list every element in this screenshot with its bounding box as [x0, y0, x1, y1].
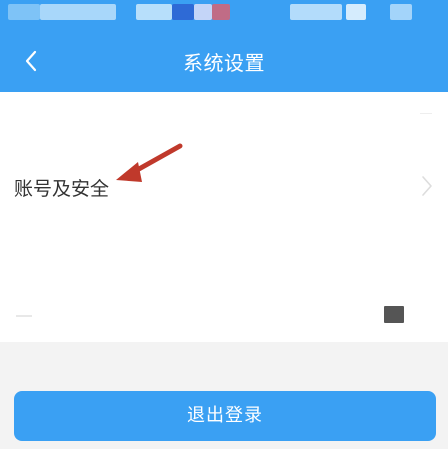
status-bar-blurred-block — [212, 4, 230, 20]
title-bar: 系统设置 — [0, 30, 448, 92]
settings-list: 账号及安全 — [0, 92, 448, 342]
status-bar-blurred-block — [346, 4, 366, 20]
status-bar-blurred-block — [172, 4, 194, 20]
status-bar-blurred-block — [390, 4, 412, 20]
status-bar-blurred-block — [40, 4, 116, 20]
faint-divider-mark — [420, 113, 432, 122]
settings-item-account-security[interactable]: 账号及安全 — [0, 152, 448, 222]
status-bar-blurred-block — [290, 4, 342, 20]
faint-dash-mark — [16, 315, 32, 317]
status-bar-blurred-block — [8, 4, 40, 20]
dark-square-mark — [384, 306, 404, 323]
logout-button[interactable]: 退出登录 — [14, 391, 436, 441]
settings-item-label: 账号及安全 — [14, 178, 110, 200]
chevron-right-icon — [422, 176, 432, 196]
page-title: 系统设置 — [183, 51, 265, 75]
annotation-arrow-icon — [116, 143, 183, 182]
status-bar — [0, 0, 448, 30]
status-bar-blurred-block — [194, 4, 212, 20]
status-bar-blurred-block — [136, 4, 172, 20]
